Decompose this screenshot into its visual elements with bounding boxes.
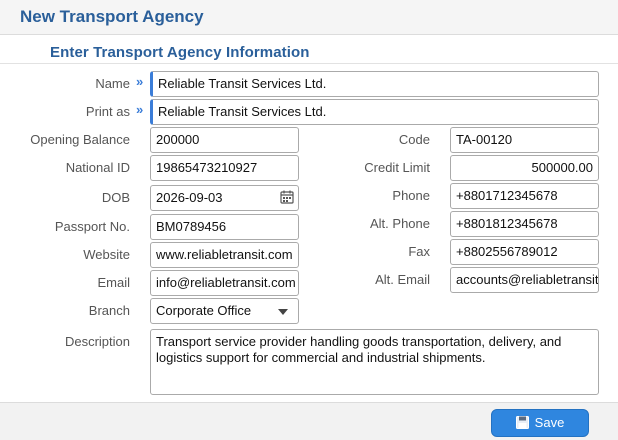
- national-id-field[interactable]: 19865473210927: [150, 155, 299, 181]
- save-button[interactable]: Save: [491, 409, 589, 437]
- double-chevron-right-icon[interactable]: »: [136, 74, 143, 89]
- credit-limit-label: Credit Limit: [364, 160, 430, 175]
- website-label: Website: [83, 247, 130, 262]
- name-field[interactable]: Reliable Transit Services Ltd.: [150, 71, 599, 97]
- credit-limit-field[interactable]: 500000.00: [450, 155, 599, 181]
- alt-phone-field[interactable]: +8801812345678: [450, 211, 599, 237]
- branch-select[interactable]: Corporate Office: [150, 298, 299, 324]
- phone-label: Phone: [392, 188, 430, 203]
- window-title: New Transport Agency: [20, 7, 204, 26]
- code-label: Code: [398, 132, 430, 147]
- double-chevron-right-icon[interactable]: »: [136, 102, 143, 117]
- calendar-icon[interactable]: [280, 190, 294, 204]
- dob-label: DOB: [101, 190, 130, 205]
- alt-phone-label: Alt. Phone: [370, 216, 430, 231]
- fax-field[interactable]: +8802556789012: [450, 239, 599, 265]
- floppy-disk-icon: [515, 416, 529, 429]
- website-field[interactable]: www.reliabletransit.com: [150, 242, 299, 268]
- passport-label: Passport No.: [54, 219, 130, 234]
- alt-email-field[interactable]: accounts@reliabletransit.com: [450, 267, 599, 293]
- description-textarea[interactable]: Transport service provider handling good…: [150, 329, 599, 395]
- section-title: Enter Transport Agency Information: [50, 44, 310, 61]
- name-label: Name: [95, 76, 130, 91]
- description-label: Description: [64, 334, 130, 349]
- alt-email-label: Alt. Email: [375, 272, 430, 287]
- section-divider: [0, 63, 618, 64]
- opening-balance-label: Opening Balance: [30, 132, 130, 147]
- national-id-label: National ID: [65, 160, 130, 175]
- dob-value: 2026-09-03: [156, 190, 223, 205]
- phone-field[interactable]: +8801712345678: [450, 183, 599, 209]
- print-as-label: Print as: [85, 104, 130, 119]
- title-bar: New Transport Agency: [0, 0, 618, 35]
- branch-value: Corporate Office: [156, 303, 252, 318]
- email-field[interactable]: info@reliabletransit.com: [150, 270, 299, 296]
- fax-label: Fax: [408, 244, 430, 259]
- branch-label: Branch: [88, 303, 130, 318]
- email-label: Email: [97, 275, 130, 290]
- code-field[interactable]: TA-00120: [450, 127, 599, 153]
- save-label: Save: [534, 415, 565, 430]
- print-as-field[interactable]: Reliable Transit Services Ltd.: [150, 99, 599, 125]
- opening-balance-field[interactable]: 200000: [150, 127, 299, 153]
- dob-field[interactable]: 2026-09-03: [150, 185, 299, 211]
- passport-field[interactable]: BM0789456: [150, 214, 299, 240]
- chevron-down-icon: [278, 309, 288, 315]
